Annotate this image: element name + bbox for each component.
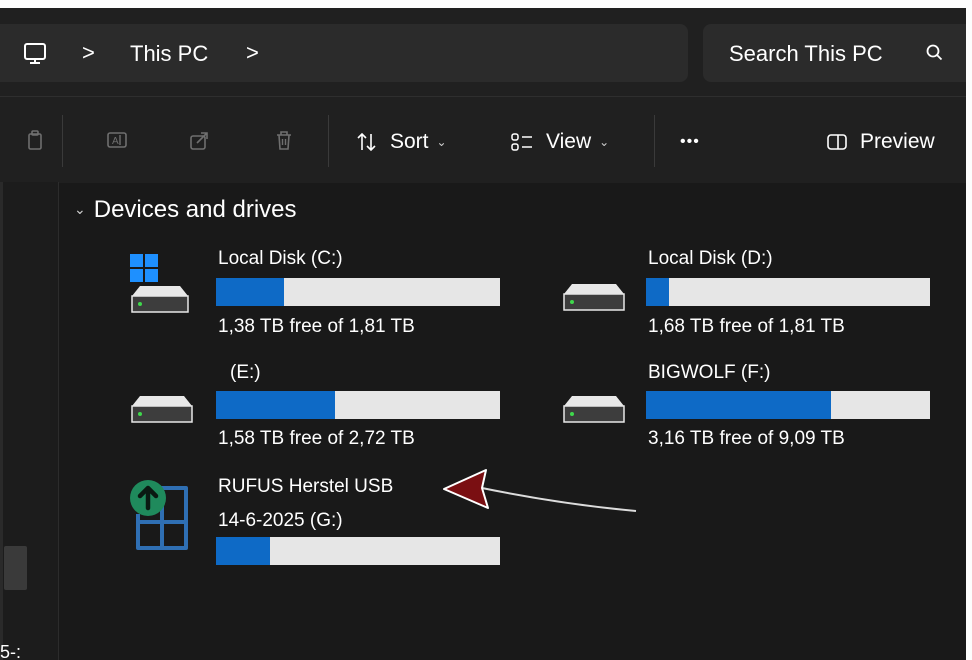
drive-usage-bar xyxy=(216,537,500,565)
view-button[interactable]: View ⌄ xyxy=(510,127,609,157)
drive-usage-fill xyxy=(646,278,669,306)
devices-and-drives-header[interactable]: ⌄ Devices and drives xyxy=(74,196,297,224)
command-bar: A Sort ⌄ View ⌄ ••• Preview xyxy=(0,96,966,183)
share-icon[interactable] xyxy=(188,128,212,152)
separator xyxy=(328,115,329,167)
chevron-down-icon[interactable]: ⌄ xyxy=(74,201,86,218)
separator xyxy=(654,115,655,167)
chevron-down-icon: ⌄ xyxy=(436,135,447,149)
usb-install-drive-icon xyxy=(130,480,188,550)
breadcrumb-chevron[interactable]: > xyxy=(246,40,259,66)
drive-usage-bar xyxy=(646,278,930,306)
drive-name: Local Disk (D:) xyxy=(648,248,773,269)
nav-item-truncated[interactable]: 5-: xyxy=(0,642,21,660)
nav-scrollbar-thumb[interactable] xyxy=(4,546,27,590)
drive-usage-fill xyxy=(216,537,270,565)
preview-pane-button[interactable]: Preview xyxy=(826,127,935,157)
hard-drive-icon xyxy=(563,396,625,423)
search-box[interactable]: Search This PC xyxy=(703,24,966,82)
view-icon xyxy=(511,133,532,151)
drive-free-space: 1,58 TB free of 2,72 TB xyxy=(218,428,415,449)
svg-text:A: A xyxy=(112,136,119,147)
breadcrumb-this-pc[interactable]: This PC xyxy=(130,41,208,67)
more-options-button[interactable]: ••• xyxy=(680,127,700,157)
pane-divider[interactable] xyxy=(58,182,59,660)
drive-free-space: 1,38 TB free of 1,81 TB xyxy=(218,316,415,337)
drive-usage-fill xyxy=(216,278,285,306)
sort-button[interactable]: Sort ⌄ xyxy=(356,127,447,157)
drive-free-space: 1,68 TB free of 1,81 TB xyxy=(648,316,845,337)
copy-icon[interactable] xyxy=(24,128,48,152)
drive-usage-fill xyxy=(646,391,831,419)
sort-icon xyxy=(357,132,376,152)
drive-name: (E:) xyxy=(230,362,261,383)
search-icon[interactable] xyxy=(925,43,945,63)
preview-label: Preview xyxy=(860,130,935,153)
drive-usage-bar xyxy=(216,391,500,419)
computer-icon[interactable] xyxy=(22,41,48,67)
file-explorer-window: > This PC > Search This PC A Sort ⌄ View… xyxy=(0,8,966,660)
delete-icon[interactable] xyxy=(272,128,296,152)
rename-icon[interactable]: A xyxy=(105,128,129,152)
drive-usage-fill xyxy=(216,391,336,419)
nav-edge xyxy=(0,182,3,660)
hard-drive-icon xyxy=(563,284,625,311)
section-title: Devices and drives xyxy=(93,196,297,223)
drive-label-line2: 14-6-2025 (G:) xyxy=(218,510,343,531)
drive-usage-bar xyxy=(646,391,930,419)
breadcrumb[interactable]: > This PC > xyxy=(0,24,688,82)
navigation-pane[interactable]: 5-: xyxy=(0,182,58,660)
drive-usage-bar xyxy=(216,278,500,306)
sort-label: Sort xyxy=(390,130,429,153)
search-input[interactable]: Search This PC xyxy=(729,41,925,67)
drive-name: RUFUS Herstel USB xyxy=(218,476,394,497)
windows-drive-icon xyxy=(130,254,189,313)
hard-drive-icon xyxy=(131,396,193,423)
breadcrumb-chevron[interactable]: > xyxy=(82,40,95,66)
address-bar: > This PC > Search This PC xyxy=(0,8,966,96)
chevron-down-icon: ⌄ xyxy=(599,135,610,149)
view-label: View xyxy=(546,130,592,153)
preview-pane-icon xyxy=(827,134,847,150)
drive-free-space: 3,16 TB free of 9,09 TB xyxy=(648,428,845,449)
separator xyxy=(62,115,63,167)
drive-name: Local Disk (C:) xyxy=(218,248,343,269)
drive-name: BIGWOLF (F:) xyxy=(648,362,771,383)
